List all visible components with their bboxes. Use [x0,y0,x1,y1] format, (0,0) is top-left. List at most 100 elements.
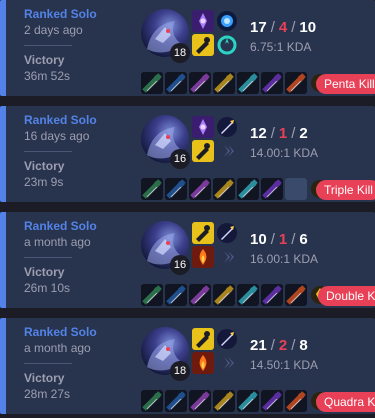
kda-separator: / [270,337,275,354]
kda-separator: / [270,231,275,248]
rune-sword-icon[interactable] [216,328,238,350]
match-info: Ranked Solo a month ago Victory 26m 10s [24,212,134,308]
item-5-icon[interactable] [237,390,259,412]
item-6-icon[interactable] [261,390,283,412]
item-5-icon[interactable] [237,72,259,94]
match-info: Ranked Solo 2 days ago Victory 36m 52s [24,0,134,96]
time-ago: 16 days ago [24,129,90,143]
kda-separator: / [270,125,275,142]
deaths: 1 [278,125,288,142]
item-7-icon[interactable] [285,390,307,412]
spell-dash-icon[interactable] [192,34,214,56]
champion-level: 16 [170,255,190,275]
item-1-icon[interactable] [141,284,163,306]
kda-score: 17/4/10 [250,19,316,36]
champion-level: 18 [170,361,190,381]
item-6-icon[interactable] [261,72,283,94]
item-6-icon[interactable] [261,284,283,306]
match-result: Victory [24,53,65,67]
multikill-badge: Penta Kill [316,74,375,94]
assists: 6 [299,231,308,248]
spell-fire-icon[interactable] [192,352,214,374]
item-1-icon[interactable] [141,72,163,94]
kda-score: 21/2/8 [250,337,308,354]
match-duration: 23m 9s [24,175,64,189]
kda-ratio: 16.00:1 KDA [250,252,319,266]
kills: 12 [250,125,267,142]
item-2-icon[interactable] [165,178,187,200]
divider [24,151,72,152]
empty-item-slot [285,178,307,200]
item-2-icon[interactable] [165,390,187,412]
kda-ratio: 6.75:1 KDA [250,40,312,54]
item-1-icon[interactable] [141,178,163,200]
item-3-icon[interactable] [189,284,211,306]
multikill-badge: Double Kill [318,286,375,306]
kda-separator: / [270,19,275,36]
multikill-badge: Triple Kill [316,180,375,200]
divider [24,257,72,258]
match-result: Victory [24,371,65,385]
item-4-icon[interactable] [213,72,235,94]
item-3-icon[interactable] [189,72,211,94]
kills: 21 [250,337,267,354]
match-result: Victory [24,159,65,173]
spell-shadow-icon[interactable] [192,10,214,32]
deaths: 1 [278,231,288,248]
queue-type: Ranked Solo [24,7,97,21]
rune-sword-icon[interactable] [216,116,238,138]
item-7-icon[interactable] [285,284,307,306]
item-2-icon[interactable] [165,72,187,94]
kda-ratio: 14.00:1 KDA [250,146,319,160]
item-4-icon[interactable] [213,178,235,200]
item-4-icon[interactable] [213,390,235,412]
champion-level: 18 [170,43,190,63]
match-info: Ranked Solo 16 days ago Victory 23m 9s [24,106,134,202]
match-card[interactable]: Ranked Solo a month ago Victory 26m 10s 16 10… [0,212,375,308]
match-card[interactable]: Ranked Solo 16 days ago Victory 23m 9s 16 12/… [0,106,375,202]
item-3-icon[interactable] [189,178,211,200]
item-5-icon[interactable] [237,178,259,200]
item-5-icon[interactable] [237,284,259,306]
queue-type: Ranked Solo [24,325,97,339]
kda-separator: / [291,337,296,354]
spell-dash-icon[interactable] [192,328,214,350]
item-6-icon[interactable] [261,178,283,200]
kills: 10 [250,231,267,248]
spell-shadow-icon[interactable] [192,116,214,138]
rune-faded-icon[interactable] [216,140,238,162]
rune-faded-icon[interactable] [216,246,238,268]
rune-faded-icon[interactable] [216,352,238,374]
assists: 2 [299,125,308,142]
item-7-icon[interactable] [285,72,307,94]
kda-separator: / [291,19,296,36]
match-duration: 28m 27s [24,387,71,401]
match-card[interactable]: Ranked Solo a month ago Victory 28m 27s 18 21… [0,318,375,414]
rune-teal-ring-icon[interactable] [216,34,238,56]
time-ago: 2 days ago [24,23,83,37]
item-3-icon[interactable] [189,390,211,412]
match-duration: 36m 52s [24,69,71,83]
rune-sword-icon[interactable] [216,222,238,244]
champion-level: 16 [170,149,190,169]
kda-score: 10/1/6 [250,231,308,248]
spell-dash-icon[interactable] [192,222,214,244]
match-history-list: Ranked Solo 2 days ago Victory 36m 52s 18 17/… [0,0,375,418]
queue-type: Ranked Solo [24,113,97,127]
spell-dash-icon[interactable] [192,140,214,162]
kda-separator: / [291,125,296,142]
time-ago: a month ago [24,341,91,355]
match-result: Victory [24,265,65,279]
item-4-icon[interactable] [213,284,235,306]
divider [24,45,72,46]
item-2-icon[interactable] [165,284,187,306]
multikill-badge: Quadra Kill [316,392,375,412]
rune-blue-orb-icon[interactable] [216,10,238,32]
kills: 17 [250,19,267,36]
spell-fire-icon[interactable] [192,246,214,268]
match-card[interactable]: Ranked Solo 2 days ago Victory 36m 52s 18 17/… [0,0,375,96]
match-duration: 26m 10s [24,281,71,295]
assists: 8 [299,337,308,354]
item-1-icon[interactable] [141,390,163,412]
deaths: 2 [278,337,288,354]
